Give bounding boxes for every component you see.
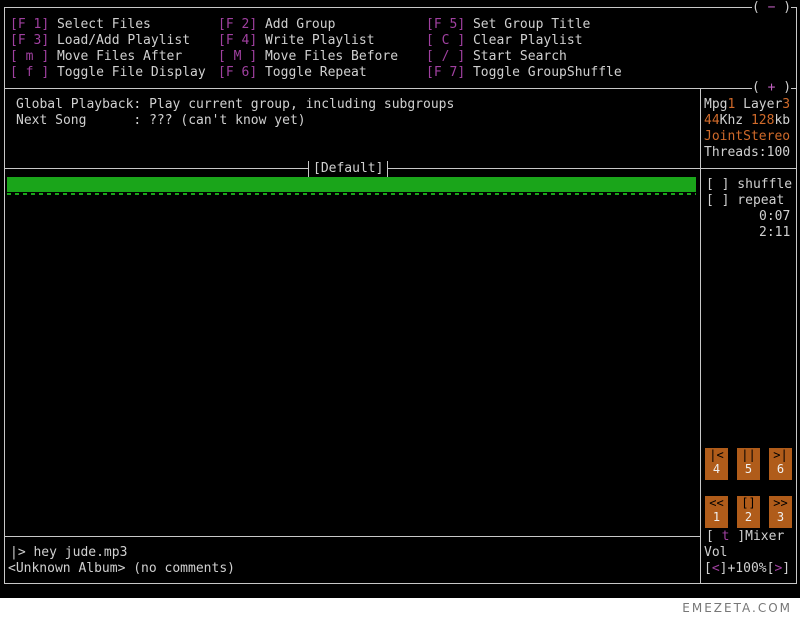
shortcut-start-search[interactable]: [ / ] Start Search	[426, 49, 567, 65]
play-indicator: |>	[10, 545, 26, 560]
frame-left	[4, 7, 5, 584]
stream-mode: JointStereo	[704, 129, 791, 144]
global-playback-status: Global Playback: Play current group, inc…	[16, 97, 455, 112]
watermark: EMEZETA.COM	[682, 601, 792, 615]
stream-codec-info: Mpg1 Layer3	[704, 97, 791, 112]
playlist-item-selected[interactable]: hey jude.mp3	[7, 177, 696, 208]
frame-side-divider	[700, 88, 701, 584]
shortcut-move-after[interactable]: [ m ] Move Files After	[10, 49, 182, 65]
volume-down-button[interactable]: <	[712, 561, 720, 576]
minimize-button[interactable]: ( − )	[752, 0, 792, 16]
shortcut-set-group-title[interactable]: [F 5] Set Group Title	[426, 17, 590, 33]
next-song-status: Next Song : ??? (can't know yet)	[16, 113, 306, 128]
now-playing-title: |> hey jude.mp3	[10, 545, 128, 560]
shortcut-write-playlist[interactable]: [F 4] Write Playlist	[218, 33, 375, 49]
playlist-item-label: hey jude.mp3	[38, 193, 133, 208]
selection-underline	[7, 193, 696, 195]
shuffle-checkbox[interactable]: [ ] shuffle	[706, 177, 792, 193]
total-time: 2:11	[759, 225, 791, 240]
shortcut-load-playlist[interactable]: [F 3] Load/Add Playlist	[10, 33, 190, 49]
rewind-button[interactable]: << 1	[705, 496, 728, 528]
stop-button[interactable]: [] 2	[737, 496, 760, 528]
now-playing-info: <Unknown Album> (no comments)	[8, 561, 235, 576]
elapsed-time: 0:07	[759, 209, 791, 224]
next-track-button[interactable]: >| 6	[769, 448, 792, 480]
shortcut-clear-playlist[interactable]: [ C ] Clear Playlist	[426, 33, 583, 49]
frame-divider-status	[4, 168, 796, 169]
frame-right	[796, 7, 797, 584]
frame-top	[4, 7, 796, 8]
prev-track-button[interactable]: |< 4	[705, 448, 728, 480]
footer-bar: EMEZETA.COM	[0, 598, 800, 619]
shortcut-toggle-repeat[interactable]: [F 6] Toggle Repeat	[218, 65, 367, 81]
frame-bottom	[4, 583, 796, 584]
shortcut-toggle-groupshuffle[interactable]: [F 7] Toggle GroupShuffle	[426, 65, 622, 81]
shortcut-select-files[interactable]: [F 1] Select Files	[10, 17, 151, 33]
shortcut-toggle-display[interactable]: [ f ] Toggle File Display	[10, 65, 206, 81]
repeat-checkbox[interactable]: [ ] repeat	[706, 193, 784, 209]
volume-label: Vol	[704, 545, 728, 560]
fast-forward-button[interactable]: >> 3	[769, 496, 792, 528]
expand-button[interactable]: ( + )	[752, 80, 792, 96]
mixer-toggle[interactable]: [ t ]Mixer	[706, 529, 785, 545]
frame-divider-playlist	[4, 536, 701, 537]
frame-divider-header	[4, 88, 796, 89]
volume-up-button[interactable]: >	[774, 561, 782, 576]
pause-button[interactable]: || 5	[737, 448, 760, 480]
shortcut-move-before[interactable]: [ M ] Move Files Before	[218, 49, 398, 65]
volume-value: +100%	[727, 561, 767, 576]
terminal-window: ( − ) ( + ) [F 1] Select Files [F 3] Loa…	[0, 0, 800, 598]
stream-rate-info: 44Khz 128kb	[704, 113, 791, 128]
threads-count: Threads:100	[704, 145, 791, 160]
volume-control[interactable]: [<]+100%[>]	[704, 561, 790, 577]
shortcut-add-group[interactable]: [F 2] Add Group	[218, 17, 335, 33]
playlist-group-title[interactable]: [Default]	[308, 161, 389, 177]
